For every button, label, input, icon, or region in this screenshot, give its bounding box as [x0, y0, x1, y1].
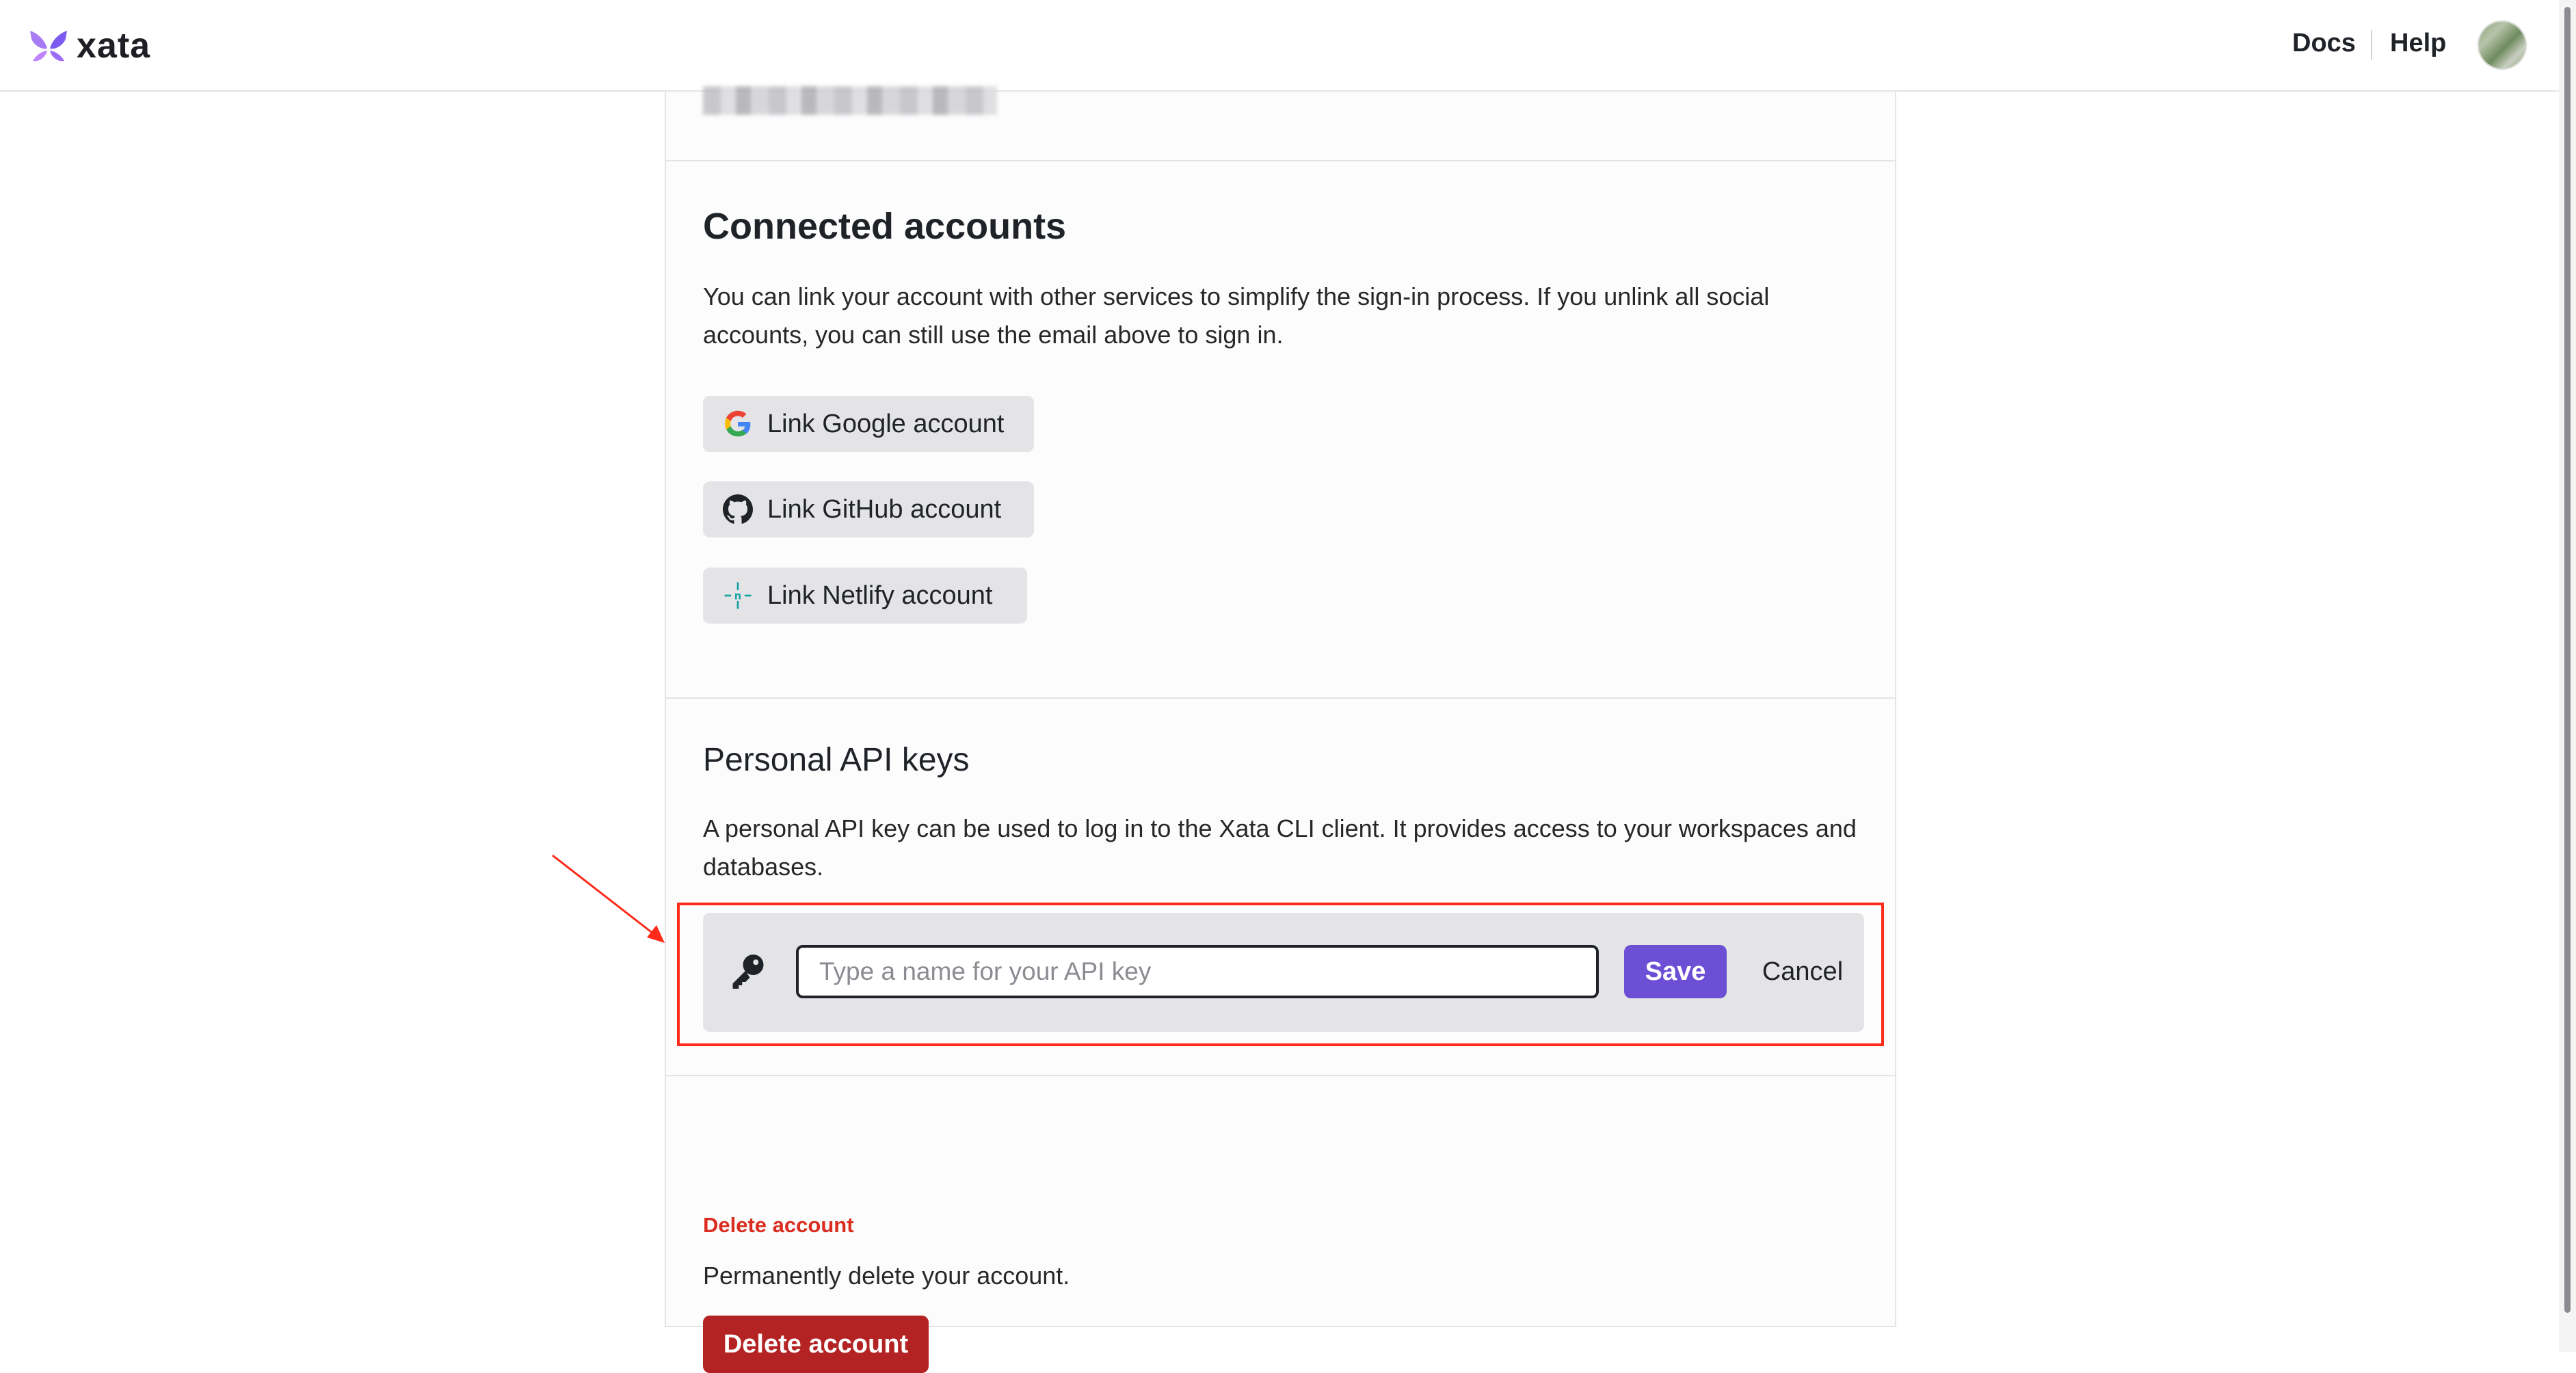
api-keys-title: Personal API keys: [703, 742, 970, 778]
page-scrollbar[interactable]: [2559, 0, 2576, 1352]
section-divider: [666, 1075, 1895, 1076]
user-avatar[interactable]: [2478, 21, 2527, 70]
delete-account-heading: Delete account: [703, 1213, 854, 1237]
github-icon: [722, 494, 754, 525]
link-google-button[interactable]: Link Google account: [703, 396, 1034, 452]
api-keys-description: A personal API key can be used to log in…: [703, 814, 1857, 881]
delete-account-description: Permanently delete your account.: [703, 1262, 1070, 1290]
nav-help-link[interactable]: Help: [2390, 29, 2446, 58]
link-github-button[interactable]: Link GitHub account: [703, 481, 1034, 537]
section-divider: [666, 160, 1895, 161]
logo-text: xata: [77, 26, 151, 66]
account-settings-card: Connected accounts You can link your acc…: [665, 86, 1896, 1373]
link-netlify-button[interactable]: n Link Netlify account: [703, 568, 1027, 624]
xata-butterfly-icon: [30, 31, 67, 62]
connected-accounts-description: You can link your account with other ser…: [703, 282, 1770, 349]
link-google-label: Link Google account: [767, 409, 1005, 438]
delete-account-button[interactable]: Delete account: [703, 1316, 929, 1373]
scrollbar-thumb[interactable]: [2564, 7, 2571, 1313]
connected-accounts-title: Connected accounts: [703, 206, 1067, 247]
xata-logo[interactable]: xata: [29, 25, 150, 67]
annotation-highlight-box: [677, 903, 1884, 1046]
link-github-label: Link GitHub account: [767, 494, 1002, 524]
annotation-arrow-icon: [552, 854, 665, 943]
nav-docs-link[interactable]: Docs: [2292, 29, 2356, 58]
section-divider: [666, 697, 1895, 699]
nav-divider: [2371, 30, 2372, 60]
svg-text:n: n: [734, 591, 741, 602]
link-netlify-label: Link Netlify account: [767, 581, 993, 610]
google-icon: [722, 408, 754, 440]
netlify-icon: n: [722, 580, 754, 611]
top-navigation-bar: xata Docs Help: [0, 0, 2576, 92]
redacted-email: [703, 86, 997, 115]
